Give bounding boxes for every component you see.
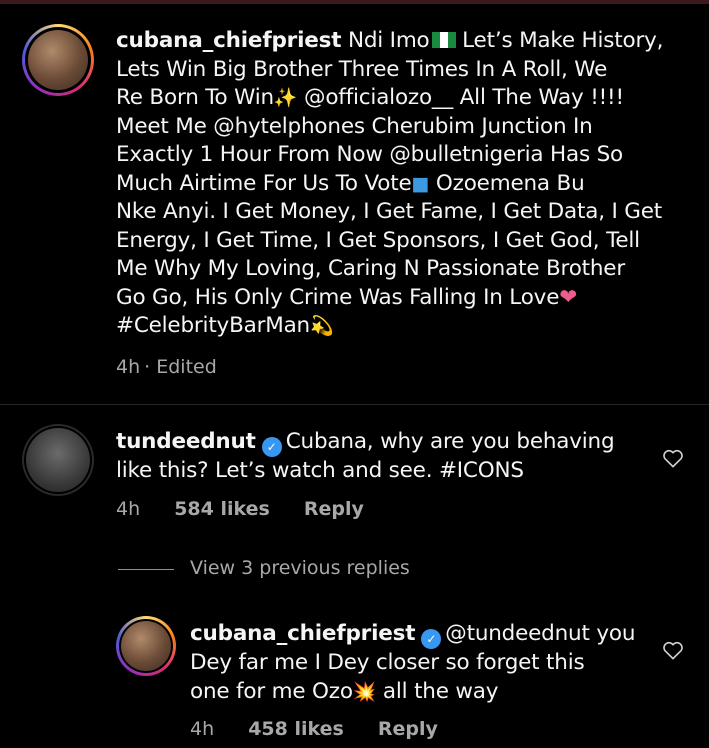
username[interactable]: tundeednut	[116, 429, 256, 454]
comment-text[interactable]: @tundeednut you	[445, 621, 635, 646]
reply-cubana: cubana_chiefpriest ✓ @tundeednut you Dey f…	[190, 620, 650, 706]
verified-badge-icon: ✓	[261, 437, 282, 457]
edited-label: Edited	[156, 356, 217, 378]
avatar-cubana-reply[interactable]	[116, 616, 176, 676]
comment-time: 4h	[190, 718, 215, 740]
collision-emoji: 💥	[352, 680, 377, 703]
comment-tundeednut: tundeednut ✓ Cubana, why are you behaving …	[116, 428, 656, 486]
comment-divider	[0, 404, 709, 405]
comment-text: Nke Anyi. I Get Money, I Get Fame, I Get…	[116, 199, 662, 224]
comment-text: Exactly 1 Hour From Now @bulletnigeria H…	[116, 142, 624, 167]
replies-line	[118, 569, 174, 570]
top-divider	[0, 0, 709, 4]
hashtag[interactable]: #CelebrityBarMan	[116, 313, 310, 338]
comment-text: one for me Ozo	[190, 678, 353, 704]
heart-outline-icon[interactable]	[662, 640, 684, 660]
comment-text[interactable]: @officialozo__ All The Way !!!!	[304, 85, 624, 110]
comment-time: 4h	[116, 498, 141, 520]
comment-text: Dey far me I Dey closer so forget this	[190, 650, 585, 675]
comment-text: Meet Me @hytelphones Cherubim Junction I…	[116, 113, 593, 139]
comment-text: Ozoemena Bu	[435, 170, 585, 196]
comment-text: Let’s Make History,	[462, 28, 664, 53]
comment-time: 4h	[116, 356, 141, 378]
likes-count[interactable]: 584 likes	[174, 498, 270, 520]
nigeria-flag-emoji	[431, 32, 456, 48]
heart-outline-icon[interactable]	[662, 448, 684, 468]
comment-meta: 4h 584 likes Reply	[116, 498, 392, 520]
reply-button[interactable]: Reply	[304, 498, 364, 520]
sparkles-emoji: ✨	[273, 87, 298, 109]
dizzy-emoji: 💫	[310, 315, 334, 337]
comment-text: Cubana, why are you behaving	[285, 429, 615, 454]
comment-text: Me Why My Loving, Caring N Passionate Br…	[116, 256, 625, 281]
comment-text: Ndi Imo	[347, 28, 430, 53]
avatar-cubana[interactable]	[22, 24, 94, 96]
reply-button[interactable]: Reply	[378, 718, 438, 740]
reply-meta: 4h 458 likes Reply	[190, 718, 466, 740]
view-replies-button[interactable]: View 3 previous replies	[190, 557, 410, 579]
comment-meta: 4h · Edited	[116, 356, 217, 378]
ballot-box-emoji: ■	[411, 172, 430, 195]
comment-cubana: cubana_chiefpriest Ndi Imo Let’s Make Hi…	[116, 27, 696, 341]
comment-text: Re Born To Win	[116, 85, 274, 110]
comment-text: Much Airtime For Us To Vote	[116, 170, 412, 196]
comment-text: like this? Let’s watch and see. #ICONS	[116, 458, 524, 483]
username[interactable]: cubana_chiefpriest	[190, 621, 415, 646]
likes-count[interactable]: 458 likes	[248, 718, 344, 740]
avatar-tundeednut[interactable]	[22, 424, 94, 496]
comment-text: Energy, I Get Time, I Get Sponsors, I Ge…	[116, 227, 640, 253]
comment-text: Lets Win Big Brother Three Times In A Ro…	[116, 56, 608, 82]
verified-badge-icon: ✓	[421, 629, 442, 649]
pink-heart-emoji: ❤	[559, 284, 578, 310]
comment-text: all the way	[382, 678, 499, 704]
comment-text: Go Go, His Only Crime Was Falling In Lov…	[116, 284, 560, 310]
username[interactable]: cubana_chiefpriest	[116, 28, 341, 53]
